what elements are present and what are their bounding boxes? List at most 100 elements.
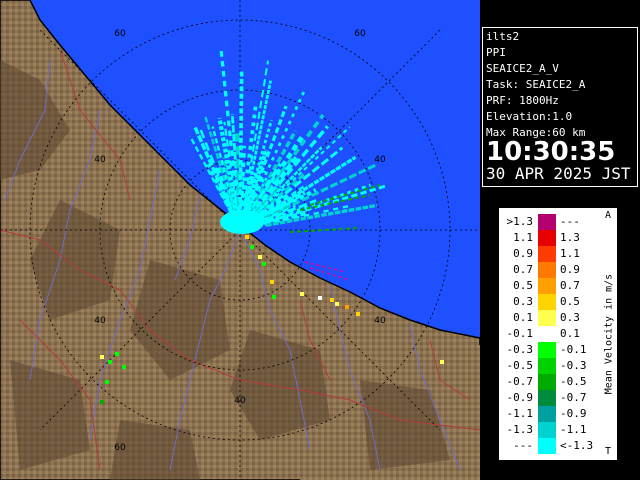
legend-upper-bound: 1.1	[560, 247, 580, 260]
legend-row: 0.9 1.1	[499, 246, 617, 262]
legend-upper-bound: -0.5	[560, 375, 587, 388]
legend-swatch	[538, 374, 556, 390]
echo-speck	[300, 292, 304, 296]
legend-row: -0.5 -0.3	[499, 358, 617, 374]
range-label: 40	[374, 316, 386, 326]
legend-swatch	[538, 278, 556, 294]
legend-row: -0.1 0.1	[499, 326, 617, 342]
legend-upper-bound: <-1.3	[560, 439, 594, 452]
legend-lower-bound: -0.5	[506, 359, 534, 372]
legend-title-box: Mean Velocity in m/s	[603, 214, 615, 454]
echo-speck	[262, 262, 266, 266]
range-label: 60	[354, 29, 366, 39]
task-name: Task: SEAICE2_A	[486, 78, 586, 91]
scan-info-box: ilts2 PPI SEAICE2_A_V Task: SEAICE2_A PR…	[482, 27, 638, 187]
legend-upper-bound: 0.1	[560, 327, 580, 340]
legend-swatch	[538, 438, 556, 454]
legend-row: 0.5 0.7	[499, 278, 617, 294]
legend-upper-bound: 0.5	[560, 295, 580, 308]
echo-speck	[100, 400, 104, 404]
legend-row: -0.3 -0.1	[499, 342, 617, 358]
legend-row: 0.1 0.3	[499, 310, 617, 326]
echo-speck	[330, 298, 334, 302]
info-panel: ilts2 PPI SEAICE2_A_V Task: SEAICE2_A PR…	[480, 0, 640, 480]
legend-upper-bound: -1.1	[560, 423, 587, 436]
legend-lower-bound: 1.1	[513, 231, 533, 244]
legend-swatch	[538, 310, 556, 326]
echo-speck	[258, 255, 262, 259]
legend-upper-bound: -0.7	[560, 391, 587, 404]
product-name: SEAICE2_A_V	[486, 62, 559, 75]
legend-swatch	[538, 358, 556, 374]
range-label: 40	[374, 155, 386, 165]
echo-speck	[115, 352, 119, 356]
legend-upper-bound: 1.3	[560, 231, 580, 244]
legend-lower-bound: ---	[513, 439, 533, 452]
legend-upper-bound: -0.9	[560, 407, 587, 420]
legend-row: -0.7 -0.5	[499, 374, 617, 390]
echo-speck	[318, 296, 322, 300]
legend-lower-bound: -0.7	[506, 375, 534, 388]
legend-lower-bound: 0.9	[513, 247, 533, 260]
legend-swatch	[538, 294, 556, 310]
echo-speck	[335, 302, 339, 306]
echo-speck	[272, 295, 276, 299]
legend-swatch	[538, 390, 556, 406]
legend-lower-bound: >1.3	[506, 215, 534, 228]
legend-lower-bound: -1.3	[506, 423, 534, 436]
range-label: 40	[94, 155, 106, 165]
scan-mode: PPI	[486, 46, 506, 59]
legend-lower-bound: 0.3	[513, 295, 533, 308]
legend-corner-bottom: T	[605, 446, 612, 457]
legend-upper-bound: 0.9	[560, 263, 580, 276]
range-label: 40	[94, 316, 106, 326]
station-name: ilts2	[486, 30, 520, 43]
legend-row: 0.7 0.9	[499, 262, 617, 278]
legend-upper-bound: -0.1	[560, 343, 587, 356]
prf-value: PRF: 1800Hz	[486, 94, 559, 107]
range-label: 60	[114, 29, 126, 39]
legend-swatch	[538, 326, 556, 342]
echo-speck	[122, 365, 126, 369]
echo-speck	[250, 245, 254, 249]
echo-speck	[245, 235, 249, 239]
legend-lower-bound: 0.7	[513, 263, 533, 276]
legend-lower-bound: -0.3	[506, 343, 534, 356]
echo-speck	[270, 280, 274, 284]
legend-upper-bound: ---	[560, 215, 580, 228]
legend-swatch	[538, 246, 556, 262]
scan-time: 10:30:35	[486, 137, 616, 167]
range-label: 40	[234, 396, 246, 406]
echo-speck	[345, 305, 349, 309]
legend-title: Mean Velocity in m/s	[603, 273, 615, 395]
echo-speck	[100, 355, 104, 359]
legend-swatch	[538, 406, 556, 422]
echo-speck	[108, 360, 112, 364]
echo-speck	[356, 312, 360, 316]
legend-swatch	[538, 422, 556, 438]
legend-lower-bound: 0.5	[513, 279, 533, 292]
legend-row: 0.3 0.5	[499, 294, 617, 310]
legend-lower-bound: 0.1	[513, 311, 533, 324]
legend-row: >1.3 ---	[499, 214, 617, 230]
elevation-value: Elevation:1.0	[486, 110, 573, 123]
legend-row: -0.9 -0.7	[499, 390, 617, 406]
legend-row: 1.1 1.3	[499, 230, 617, 246]
legend-lower-bound: -1.1	[506, 407, 534, 420]
legend-swatch	[538, 214, 556, 230]
legend-upper-bound: 0.3	[560, 311, 580, 324]
radar-ppi-map: 60 60 40 40 40 40 40 60	[0, 0, 480, 480]
echo-core	[220, 210, 264, 234]
legend-swatch	[538, 230, 556, 246]
echo-speck	[440, 360, 444, 364]
echo-speck	[105, 380, 109, 384]
legend-upper-bound: 0.7	[560, 279, 580, 292]
legend-upper-bound: -0.3	[560, 359, 587, 372]
legend-row: -1.3 -1.1	[499, 422, 617, 438]
velocity-legend: >1.3 --- 1.1 1.3 0.9 1.1 0.7 0.9 0.5 0.7 0.3 0.5 0.1…	[499, 208, 617, 460]
legend-lower-bound: -0.1	[506, 327, 534, 340]
legend-lower-bound: -0.9	[506, 391, 534, 404]
range-label: 60	[114, 443, 126, 453]
legend-swatch	[538, 342, 556, 358]
scan-date: 30 APR 2025 JST	[486, 164, 631, 183]
